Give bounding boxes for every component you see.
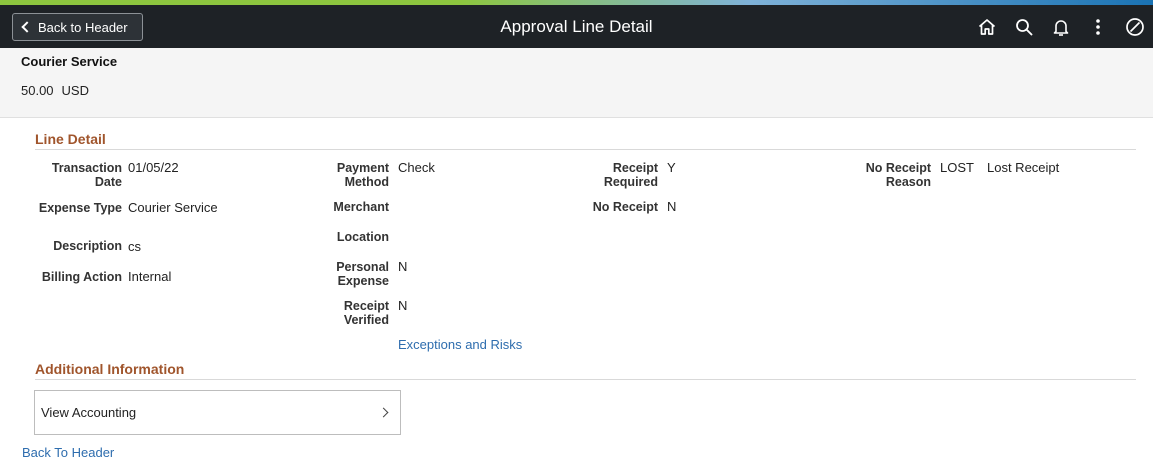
no-receipt-reason-label: No Receipt Reason <box>865 161 931 189</box>
expense-type-label: Expense Type <box>38 201 122 215</box>
amount-value: 50.00 <box>21 83 54 98</box>
back-to-header-link[interactable]: Back To Header <box>22 445 114 460</box>
search-icon[interactable] <box>1005 5 1042 48</box>
no-receipt-reason-value: Lost Receipt <box>987 160 1060 175</box>
description-label: Description <box>53 239 122 253</box>
description-value: cs <box>128 239 141 254</box>
home-icon[interactable] <box>968 5 1005 48</box>
receipt-verified-label: Receipt Verified <box>343 299 389 327</box>
line-detail-heading: Line Detail <box>35 131 106 147</box>
currency-code: USD <box>61 83 89 98</box>
billing-action-label: Billing Action <box>41 270 122 284</box>
exceptions-and-risks-link[interactable]: Exceptions and Risks <box>398 337 522 352</box>
merchant-label: Merchant <box>333 200 389 214</box>
header-actions <box>968 5 1153 48</box>
no-receipt-reason-code: LOST <box>940 160 974 175</box>
chevron-left-icon <box>21 21 33 33</box>
expense-type-value: Courier Service <box>128 200 218 215</box>
view-accounting-label: View Accounting <box>41 405 137 420</box>
personal-expense-value: N <box>398 259 408 274</box>
more-vertical-icon[interactable] <box>1079 5 1116 48</box>
additional-information-divider <box>35 379 1136 380</box>
personal-expense-label: Personal Expense <box>336 260 389 288</box>
payment-method-label: Payment Method <box>336 161 389 189</box>
compass-icon[interactable] <box>1116 5 1153 48</box>
chevron-right-icon <box>378 407 389 418</box>
receipt-verified-value: N <box>398 298 408 313</box>
summary-amount: 50.00 USD <box>21 83 89 98</box>
header-bar: Approval Line Detail Back to Header <box>0 5 1153 48</box>
bell-icon[interactable] <box>1042 5 1079 48</box>
payment-method-value: Check <box>398 160 435 175</box>
line-detail-divider <box>35 149 1136 150</box>
receipt-required-value: Y <box>667 160 676 175</box>
billing-action-value: Internal <box>128 269 172 284</box>
no-receipt-label: No Receipt <box>592 200 658 214</box>
view-accounting-row[interactable]: View Accounting <box>34 390 401 435</box>
back-to-header-button[interactable]: Back to Header <box>12 13 143 41</box>
additional-information-heading: Additional Information <box>35 361 185 377</box>
receipt-required-label: Receipt Required <box>603 161 658 189</box>
summary-expense-type: Courier Service <box>21 54 118 69</box>
no-receipt-value: N <box>667 199 677 214</box>
back-to-header-label: Back to Header <box>38 19 128 35</box>
summary-panel: Courier Service 50.00 USD <box>0 48 1153 118</box>
transaction-date-label: Transaction Date <box>51 161 122 189</box>
transaction-date-value: 01/05/22 <box>128 160 179 175</box>
location-label: Location <box>336 230 389 244</box>
